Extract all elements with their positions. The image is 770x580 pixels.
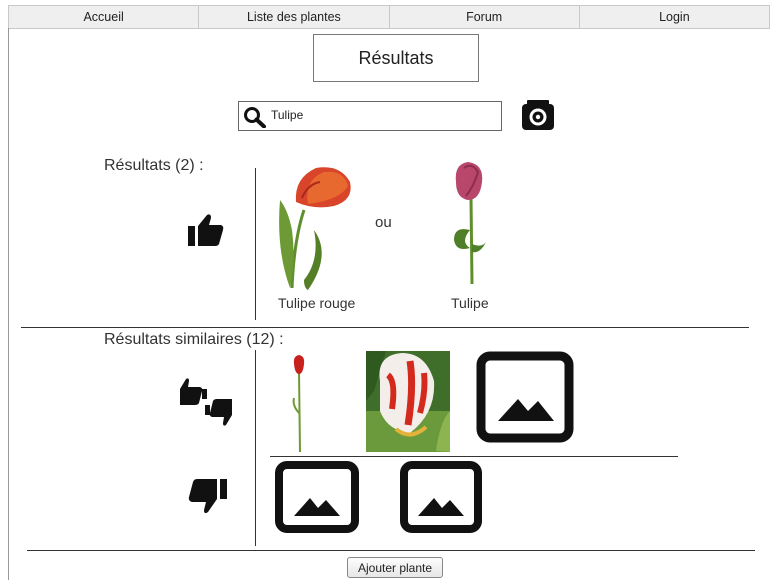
- footer-divider: [27, 550, 755, 551]
- section-divider: [21, 327, 749, 328]
- results-divider: [255, 168, 256, 320]
- similar-results-label: Résultats similaires (12) :: [104, 331, 284, 348]
- tulipe-image[interactable]: [446, 160, 492, 286]
- similar-row-divider: [270, 456, 678, 457]
- or-text: ou: [375, 214, 392, 231]
- result-caption-tulipe-rouge: Tulipe rouge: [278, 295, 356, 311]
- image-placeholder-icon[interactable]: [399, 460, 483, 534]
- nav-accueil[interactable]: Accueil: [8, 5, 200, 29]
- search-bar[interactable]: [238, 101, 502, 131]
- nav-login[interactable]: Login: [579, 5, 770, 29]
- result-caption-tulipe: Tulipe: [451, 295, 489, 311]
- thumbs-up-down-icon: [180, 378, 232, 426]
- similar-tulip-small-image[interactable]: [289, 354, 309, 454]
- page-title: Résultats: [313, 34, 479, 82]
- nav-forum[interactable]: Forum: [389, 5, 580, 29]
- camera-icon[interactable]: [521, 99, 555, 131]
- image-placeholder-icon[interactable]: [476, 351, 574, 443]
- results-label: Résultats (2) :: [104, 157, 204, 174]
- search-icon[interactable]: [243, 106, 267, 128]
- search-input[interactable]: [271, 104, 493, 126]
- similar-striped-tulip-image[interactable]: [366, 351, 450, 452]
- image-placeholder-icon[interactable]: [274, 460, 360, 534]
- add-plant-button[interactable]: Ajouter plante: [347, 557, 443, 578]
- similar-divider: [255, 350, 256, 546]
- thumbs-up-icon: [188, 214, 224, 246]
- thumbs-down-icon: [188, 479, 227, 514]
- tulipe-rouge-image[interactable]: [274, 160, 356, 292]
- top-nav: Accueil Liste des plantes Forum Login: [8, 5, 770, 29]
- nav-liste-des-plantes[interactable]: Liste des plantes: [199, 5, 390, 29]
- page-left-border: [8, 28, 9, 580]
